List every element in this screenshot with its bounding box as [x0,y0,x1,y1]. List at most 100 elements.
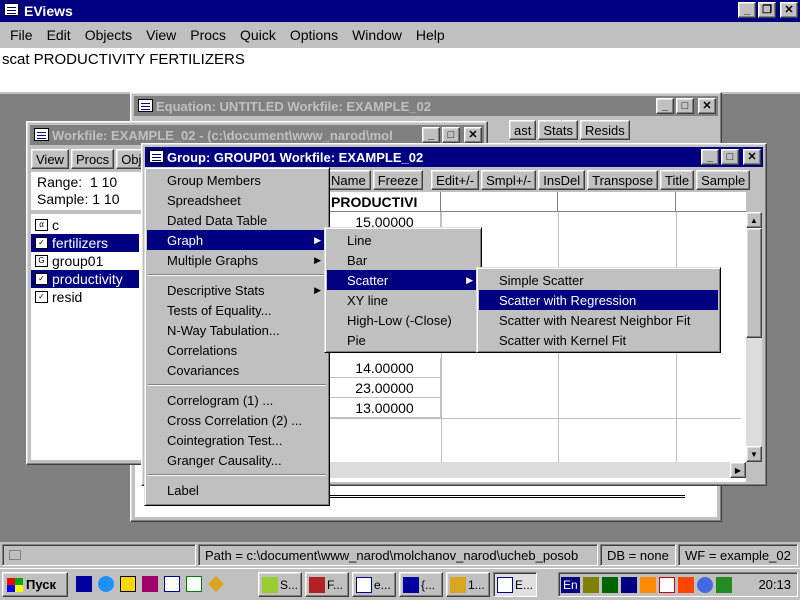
group-transpose-button[interactable]: Transpose [587,170,659,190]
globe-icon[interactable] [696,576,713,593]
menu-item-dated-data-table[interactable]: Dated Data Table [147,210,327,230]
menu-item-bar[interactable]: Bar [327,250,479,270]
equation-minimize-button[interactable]: _ [656,98,674,114]
menu-item-scatter-nearest-neighbor[interactable]: Scatter with Nearest Neighbor Fit [479,310,718,330]
group-edit-button[interactable]: Edit+/- [431,170,480,190]
menu-item-xy-line[interactable]: XY line [327,290,479,310]
menu-item-tests-of-equality[interactable]: Tests of Equality... [147,300,327,320]
table-cell[interactable]: 13.00000 [329,398,441,418]
group-minimize-button[interactable]: _ [701,149,719,165]
menu-item-scatter-kernel-fit[interactable]: Scatter with Kernel Fit [479,330,718,350]
group-insdel-button[interactable]: InsDel [538,170,586,190]
minimize-button[interactable]: _ [738,2,756,18]
menu-item-graph[interactable]: Graph ▶ [147,230,327,250]
object-item-productivity[interactable]: ✓ productivity [31,270,139,288]
pencil-icon[interactable] [208,576,224,592]
menu-options[interactable]: Options [283,27,345,43]
menu-item-scatter-with-regression[interactable]: Scatter with Regression [479,290,718,310]
workfile-procs-button[interactable]: Procs [70,149,115,169]
task-button-eviews[interactable]: E... [493,572,537,597]
warning-icon[interactable] [677,576,694,593]
network-icon[interactable] [601,576,618,593]
menu-edit[interactable]: Edit [40,27,78,43]
group-name-button[interactable]: Name [326,170,371,190]
task-button-brace[interactable]: {... [399,572,443,597]
menu-item-pie[interactable]: Pie [327,330,479,350]
scroll-thumb[interactable] [746,228,762,338]
menu-item-correlogram[interactable]: Correlogram (1) ... [147,390,327,410]
radiation-icon[interactable] [120,576,136,592]
menu-window[interactable]: Window [345,27,409,43]
mail-icon[interactable] [658,576,675,593]
horizontal-scrollbar[interactable]: ▶ [330,462,746,478]
column-header-productivity[interactable]: PRODUCTIVI [329,192,441,212]
camera-icon[interactable] [142,576,158,592]
column-header-empty-2[interactable] [558,192,676,212]
menu-objects[interactable]: Objects [78,27,139,43]
menu-item-multiple-graphs[interactable]: Multiple Graphs ▶ [147,250,327,270]
word-icon[interactable] [164,576,180,592]
group-maximize-button[interactable]: □ [721,149,739,165]
table-cell[interactable]: 23.00000 [329,378,441,398]
menu-item-n-way-tabulation[interactable]: N-Way Tabulation... [147,320,327,340]
menu-file[interactable]: File [3,27,40,43]
workfile-title-bar[interactable]: Workfile: EXAMPLE_02 - (c:\document\www_… [30,125,484,145]
scroll-down-arrow[interactable]: ▼ [746,446,762,462]
equation-maximize-button[interactable]: □ [676,98,694,114]
close-button[interactable]: ✕ [780,2,798,18]
equation-title-bar[interactable]: Equation: UNTITLED Workfile: EXAMPLE_02 … [134,96,718,116]
menu-quick[interactable]: Quick [233,27,283,43]
equation-close-button[interactable]: ✕ [698,98,716,114]
task-button-s[interactable]: S... [258,572,302,597]
workfile-view-button[interactable]: View [31,149,69,169]
group-sample-button[interactable]: Sample [696,170,751,190]
group-title-button[interactable]: Title [660,170,695,190]
group-close-button[interactable]: ✕ [743,149,761,165]
antivirus-icon[interactable] [620,576,637,593]
group-title-bar[interactable]: Group: GROUP01 Workfile: EXAMPLE_02 _ □ … [145,147,763,167]
task-button-e[interactable]: e... [352,572,396,597]
speaker-icon[interactable] [582,576,599,593]
menu-item-cross-correlation[interactable]: Cross Correlation (2) ... [147,410,327,430]
equation-forecast-button[interactable]: ast [509,120,537,140]
app-title-bar[interactable]: EViews _ ❐ ✕ [0,0,800,22]
menu-item-line[interactable]: Line [327,230,479,250]
tray-app-icon[interactable] [639,576,656,593]
command-window[interactable]: scat PRODUCTIVITY FERTILIZERS [0,48,800,92]
task-button-f[interactable]: F... [305,572,349,597]
workfile-minimize-button[interactable]: _ [422,127,440,143]
language-indicator[interactable]: En [561,576,580,593]
menu-item-covariances[interactable]: Covariances [147,360,327,380]
menu-item-group-members[interactable]: Group Members [147,170,327,190]
desktop-icon[interactable] [76,576,92,592]
menu-item-label[interactable]: Label [147,480,327,500]
workfile-maximize-button[interactable]: □ [442,127,460,143]
start-button[interactable]: Пуск [2,572,68,597]
ie-icon[interactable] [98,576,114,592]
column-header-empty-1[interactable] [441,192,558,212]
app-icon[interactable] [4,3,19,16]
equation-stats-button[interactable]: Stats [538,120,578,140]
menu-item-scatter[interactable]: Scatter ▶ [327,270,479,290]
workfile-close-button[interactable]: ✕ [464,127,482,143]
table-cell[interactable]: 14.00000 [329,358,441,378]
menu-item-correlations[interactable]: Correlations [147,340,327,360]
menu-item-cointegration-test[interactable]: Cointegration Test... [147,430,327,450]
tray-extra-icon[interactable] [715,576,732,593]
vertical-scrollbar[interactable]: ▲ ▼ [746,212,762,462]
task-button-1[interactable]: 1... [446,572,490,597]
menu-item-descriptive-stats[interactable]: Descriptive Stats ▶ [147,280,327,300]
scroll-right-arrow[interactable]: ▶ [730,462,746,478]
menu-view[interactable]: View [139,27,183,43]
menu-item-high-low[interactable]: High-Low (-Close) [327,310,479,330]
menu-item-spreadsheet[interactable]: Spreadsheet [147,190,327,210]
scroll-up-arrow[interactable]: ▲ [746,212,762,228]
object-item-fertilizers[interactable]: ✓ fertilizers [31,234,139,252]
equation-resids-button[interactable]: Resids [579,120,630,140]
excel-icon[interactable] [186,576,202,592]
menu-item-simple-scatter[interactable]: Simple Scatter [479,270,718,290]
group-freeze-button[interactable]: Freeze [372,170,424,190]
menu-help[interactable]: Help [409,27,452,43]
menu-item-granger-causality[interactable]: Granger Causality... [147,450,327,470]
group-smpl-button[interactable]: Smpl+/- [481,170,537,190]
